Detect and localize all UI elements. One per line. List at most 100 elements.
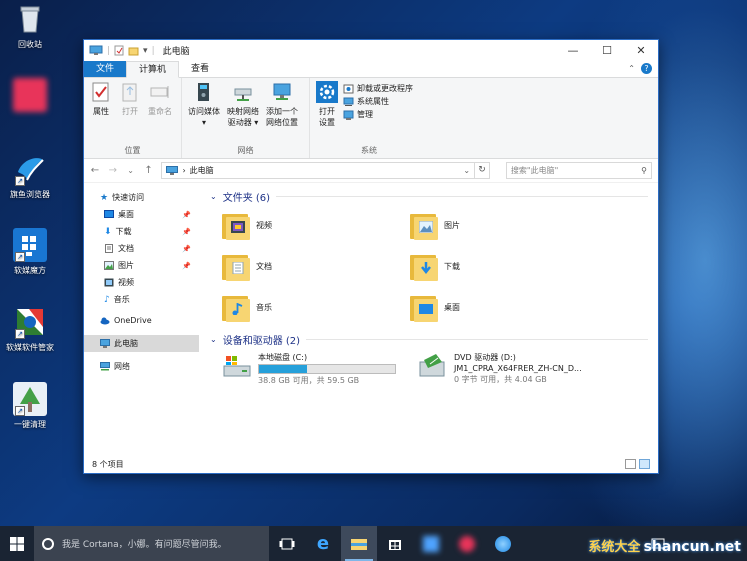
folder-desktop[interactable]: 桌面 xyxy=(410,291,598,324)
pin-icon[interactable]: 📌 xyxy=(182,228,191,236)
title-bar[interactable]: | ▾ | 此电脑 — ☐ ✕ xyxy=(84,40,658,61)
cortana-search-box[interactable]: 我是 Cortana，小娜。有问题尽管问我。 xyxy=(34,526,269,561)
desktop-icon-recycle-bin[interactable]: 回收站 xyxy=(0,2,60,50)
up-button[interactable]: ↑ xyxy=(144,165,154,176)
shortcut-arrow-icon: ↗ xyxy=(15,406,25,416)
drive-c[interactable]: 本地磁盘 (C:) 38.8 GB 可用，共 59.5 GB xyxy=(222,352,402,386)
collapse-ribbon-icon[interactable]: ⌃ xyxy=(628,64,635,73)
drive-name: DVD 驱动器 (D:) xyxy=(454,353,516,362)
network-icon xyxy=(100,362,110,371)
picture-folder-icon xyxy=(410,211,438,241)
taskbar-browser[interactable] xyxy=(485,526,521,561)
folder-videos[interactable]: 视频 xyxy=(222,209,410,242)
rename-button[interactable]: 重命名 xyxy=(146,81,174,144)
this-pc-icon xyxy=(89,45,103,55)
access-media-button[interactable]: 访问媒体 ▾ xyxy=(186,81,222,144)
clean-icon: ↗ xyxy=(13,382,47,416)
address-bar[interactable]: › 此电脑 ⌄ xyxy=(161,162,476,179)
tab-view[interactable]: 查看 xyxy=(179,61,221,77)
cortana-placeholder: 我是 Cortana，小娜。有问题尽管问我。 xyxy=(62,540,227,550)
nav-network[interactable]: 网络 xyxy=(84,358,199,375)
add-network-location-button[interactable]: 添加一个 网络位置 xyxy=(264,81,300,144)
recent-locations-icon[interactable]: ⌄ xyxy=(126,166,136,175)
nav-videos[interactable]: 视频 xyxy=(84,274,199,291)
close-button[interactable]: ✕ xyxy=(624,40,658,61)
maximize-button[interactable]: ☐ xyxy=(590,40,624,61)
map-network-drive-button[interactable]: 映射网络 驱动器 ▾ xyxy=(225,81,261,144)
nav-documents[interactable]: 文档 📌 xyxy=(84,240,199,257)
item-count: 8 个项目 xyxy=(92,459,124,469)
recycle-bin-icon xyxy=(13,2,47,36)
taskbar-blurred-app-2[interactable] xyxy=(449,526,485,561)
desktop-icon xyxy=(104,210,114,218)
folder-downloads[interactable]: 下载 xyxy=(410,250,598,283)
desktop-icon-label: 回收站 xyxy=(18,40,42,49)
desktop-icon-blurred[interactable] xyxy=(0,78,60,115)
manage-button[interactable]: 管理 xyxy=(343,109,413,120)
drive-free-space: 38.8 GB 可用，共 59.5 GB xyxy=(258,376,360,385)
drive-d[interactable]: DVD 驱动器 (D:) JM1_CPRA_X64FRER_ZH-CN_D...… xyxy=(418,352,618,386)
nav-desktop[interactable]: 桌面 📌 xyxy=(84,206,199,223)
details-view-icon[interactable] xyxy=(625,459,636,469)
minimize-button[interactable]: — xyxy=(556,40,590,61)
dvd-drive-icon xyxy=(419,354,445,377)
pin-icon[interactable]: 📌 xyxy=(182,245,191,253)
start-button[interactable] xyxy=(0,526,34,561)
folders-section-header[interactable]: ⌄ 文件夹 (6) xyxy=(210,187,648,205)
drive-usage-bar xyxy=(258,364,396,374)
forward-button[interactable]: → xyxy=(108,165,118,176)
taskbar-edge[interactable]: e xyxy=(305,526,341,561)
breadcrumb-this-pc[interactable]: 此电脑 xyxy=(190,165,214,176)
properties-button[interactable]: 属性 xyxy=(88,81,114,144)
tiles-view-icon[interactable] xyxy=(639,459,650,469)
pin-icon[interactable]: 📌 xyxy=(182,262,191,270)
folder-music[interactable]: 音乐 xyxy=(222,291,410,324)
nav-downloads[interactable]: ⬇ 下载 📌 xyxy=(84,223,199,240)
blurred-app-icon xyxy=(459,535,475,552)
desktop-icon-software-manager[interactable]: ↗ 软媒软件管家 xyxy=(0,305,60,353)
uninstall-programs-button[interactable]: 卸载或更改程序 xyxy=(343,83,413,94)
open-settings-button[interactable]: 打开 设置 xyxy=(314,81,340,144)
folder-pictures[interactable]: 图片 xyxy=(410,209,598,242)
help-icon[interactable]: ? xyxy=(641,63,652,74)
desktop-icon-one-click-clean[interactable]: ↗ 一键清理 xyxy=(0,382,60,430)
cortana-icon xyxy=(42,537,54,550)
taskbar-store[interactable] xyxy=(377,526,413,561)
pin-icon[interactable]: 📌 xyxy=(182,211,191,219)
tab-file[interactable]: 文件 xyxy=(84,61,127,77)
desktop-icon-magic-cube[interactable]: ↗ 软媒魔方 xyxy=(0,228,60,276)
nav-this-pc[interactable]: 此电脑 xyxy=(84,335,199,352)
taskbar-file-explorer[interactable] xyxy=(341,526,377,561)
properties-qat-icon[interactable] xyxy=(114,45,124,56)
folder-label: 桌面 xyxy=(444,303,460,312)
folder-documents[interactable]: 文档 xyxy=(222,250,410,283)
tab-computer[interactable]: 计算机 xyxy=(126,61,180,78)
watermark-logo: 系统大全 shancun.net xyxy=(588,536,741,555)
taskbar-blurred-app-1[interactable] xyxy=(413,526,449,561)
nav-quick-access[interactable]: ★ 快速访问 xyxy=(84,189,199,206)
nav-pictures[interactable]: 图片 📌 xyxy=(84,257,199,274)
open-button[interactable]: 打开 xyxy=(117,81,143,144)
access-media-label: 访问媒体 xyxy=(188,107,220,116)
document-icon xyxy=(105,244,113,253)
address-dropdown-icon[interactable]: ⌄ xyxy=(463,166,470,175)
shortcut-arrow-icon: ↗ xyxy=(15,329,25,339)
search-box[interactable]: 搜索"此电脑" ⚲ xyxy=(505,162,652,179)
back-button[interactable]: ← xyxy=(90,165,100,176)
nav-onedrive[interactable]: OneDrive xyxy=(84,312,199,329)
qat-dropdown-icon[interactable]: ▾ xyxy=(143,46,148,56)
this-pc-icon xyxy=(100,339,110,348)
hard-disk-icon xyxy=(223,356,251,377)
refresh-button[interactable]: ↻ xyxy=(474,162,490,179)
nav-music[interactable]: ♪ 音乐 xyxy=(84,291,199,308)
drives-section-header[interactable]: ⌄ 设备和驱动器 (2) xyxy=(210,330,648,348)
desktop-icon-browser[interactable]: ↗ 旗鱼浏览器 xyxy=(0,152,60,200)
watermark-brand: 系统大全 xyxy=(588,540,641,555)
new-folder-qat-icon[interactable] xyxy=(128,45,139,56)
this-pc-icon xyxy=(166,166,179,175)
task-view-button[interactable] xyxy=(269,526,305,561)
ribbon-group-label: 系统 xyxy=(361,146,377,155)
system-properties-button[interactable]: 系统属性 xyxy=(343,96,413,107)
network-location-icon xyxy=(273,83,291,100)
star-icon: ★ xyxy=(100,192,109,203)
